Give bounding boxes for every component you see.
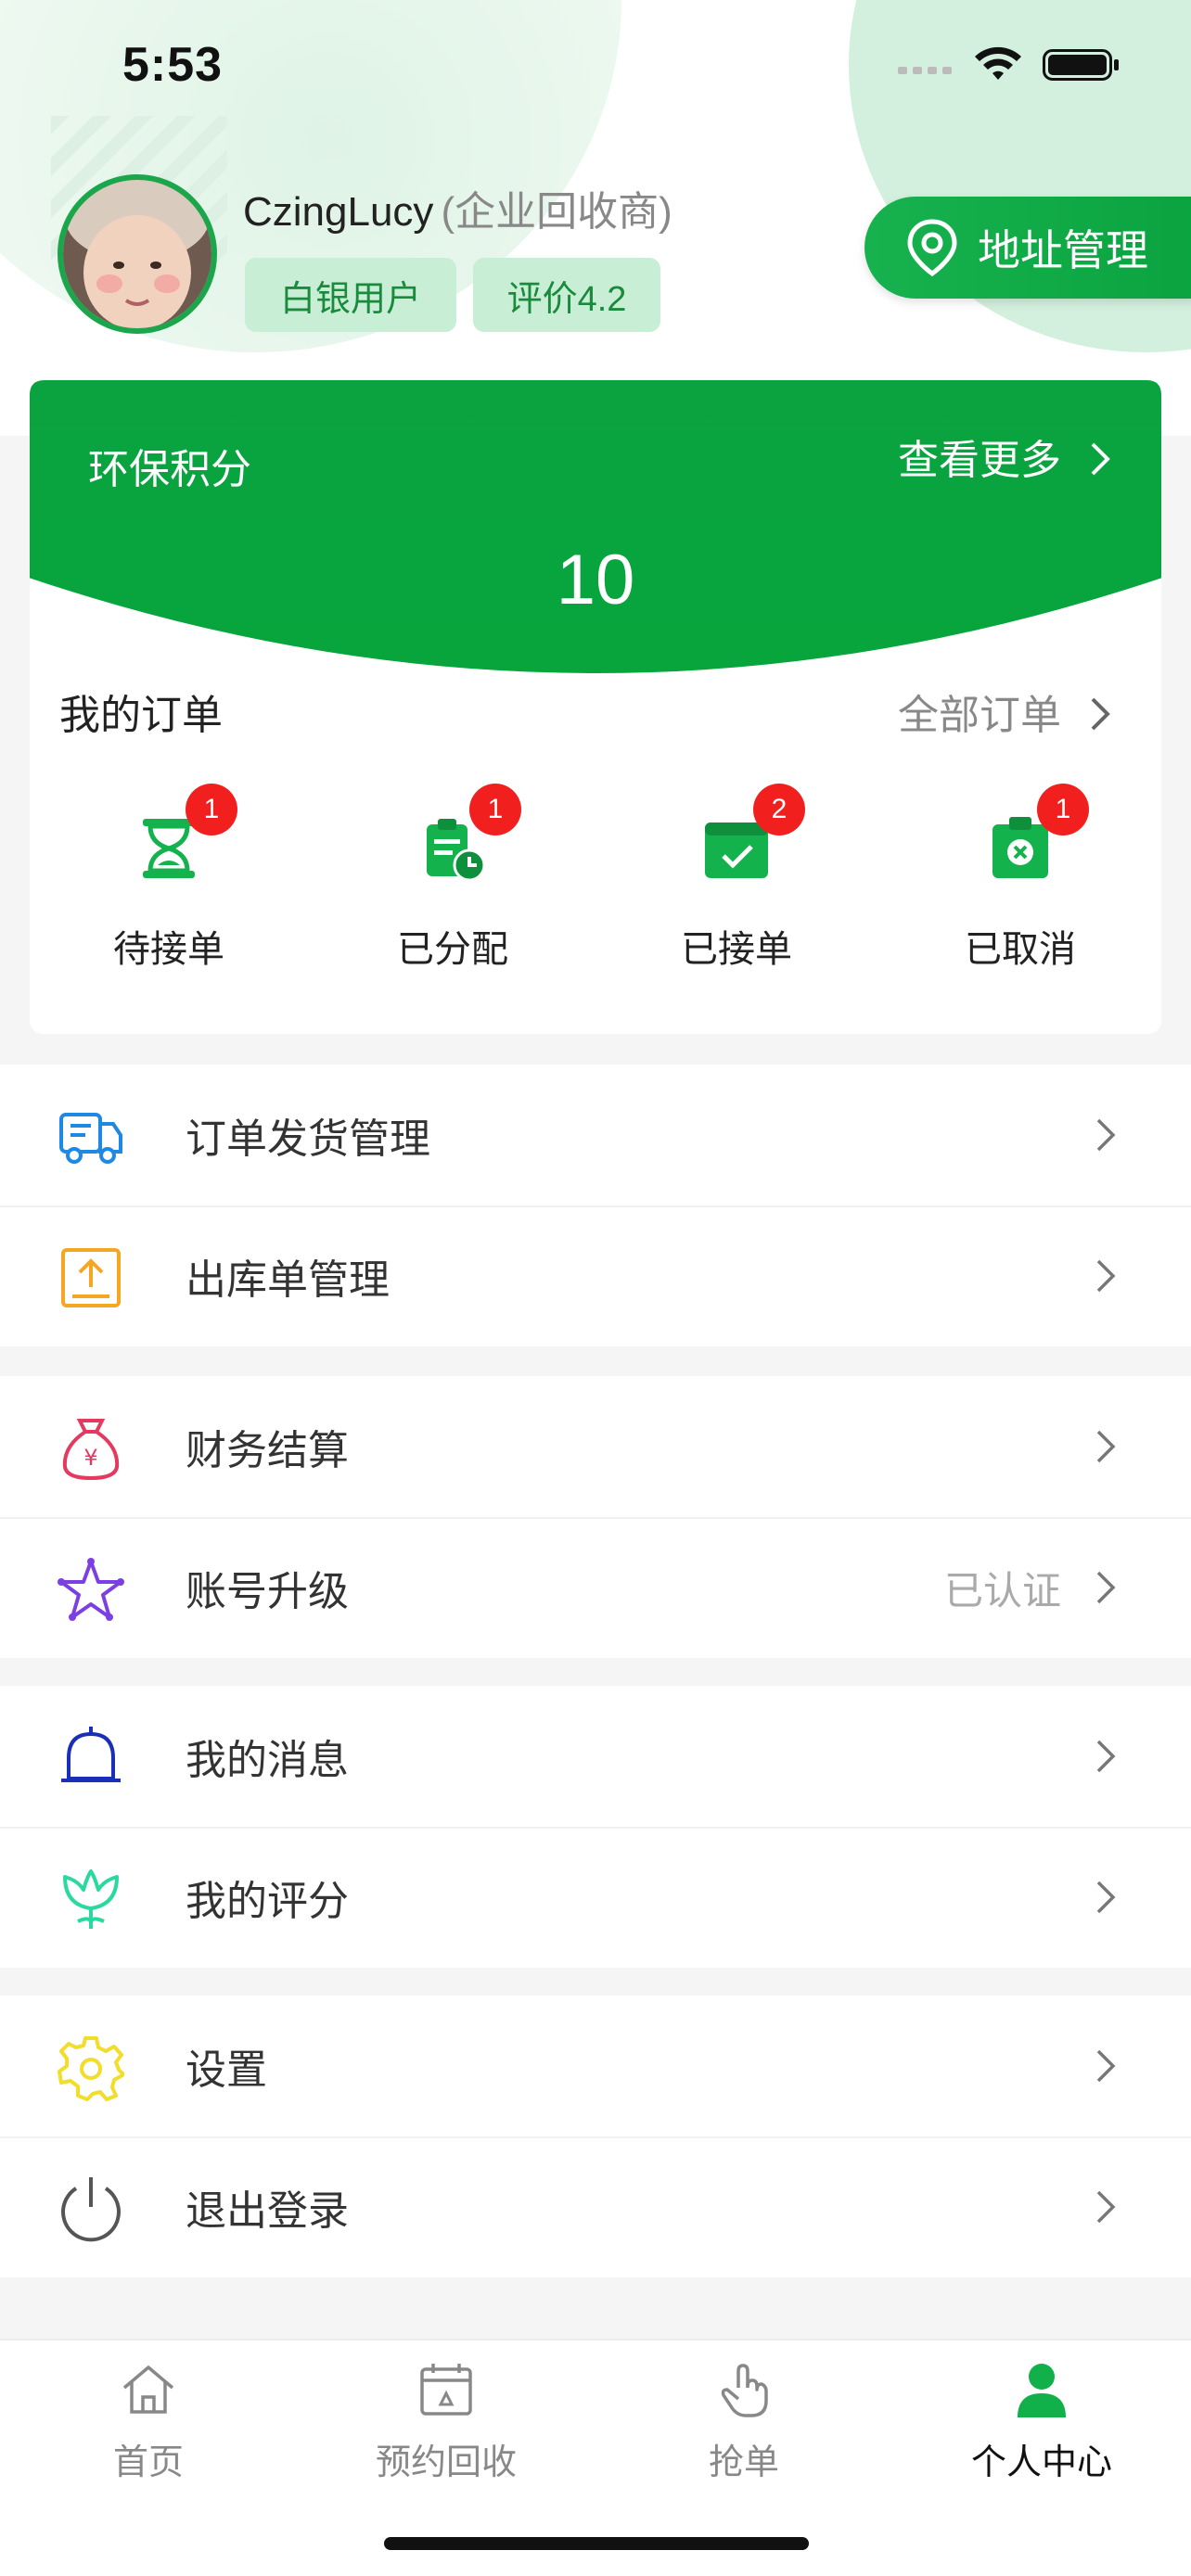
points-title: 环保积分 [88,447,251,492]
points-more-label: 查看更多 [898,438,1061,483]
truck-icon [59,1113,122,1164]
menu-group-messages: 我的消息 我的评分 [0,1686,1191,1968]
order-status-label: 待接单 [113,929,224,970]
chevron-right-icon [1091,697,1111,731]
menu-item-label: 我的评分 [186,1879,349,1924]
menu-item-label: 订单发货管理 [186,1116,430,1162]
menu-group-settings: 设置 退出登录 [0,1996,1191,2277]
menu-item-logout[interactable]: 退出登录 [0,2136,1191,2277]
order-count-badge: 2 [753,784,805,835]
chevron-right-icon [1096,1881,1116,1914]
order-status-accepted[interactable]: 2 已接单 [644,784,829,973]
tab-home[interactable]: 首页 [46,2360,250,2484]
username-text: CzingLucy [243,189,434,235]
person-icon [1018,2364,1066,2417]
menu-item-order-shipping[interactable]: 订单发货管理 [0,1065,1191,1205]
order-status-pending[interactable]: 1 待接单 [76,784,262,973]
home-icon [122,2366,174,2414]
chevron-right-icon [1096,1740,1116,1773]
my-orders-title: 我的订单 [59,693,223,738]
money-bag-icon: ¥ [62,1419,120,1481]
menu-item-label: 出库单管理 [186,1257,390,1303]
menu-item-outbound[interactable]: 出库单管理 [0,1205,1191,1346]
signal-icon [898,67,952,74]
address-management-button[interactable]: 地址管理 [864,197,1191,299]
chevron-right-icon [1096,1430,1116,1463]
menu-group-finance: ¥ 财务结算 账号升级 已认证 [0,1376,1191,1658]
menu-item-settings[interactable]: 设置 [0,1996,1191,2136]
gear-icon [58,2036,124,2101]
points-more-link[interactable]: 查看更多 [898,427,1111,486]
menu-item-label: 退出登录 [186,2188,349,2234]
chevron-right-icon [1096,1118,1116,1152]
menu-item-account-upgrade[interactable]: 账号升级 已认证 [0,1517,1191,1658]
tab-personal-center[interactable]: 个人中心 [940,2360,1144,2484]
calendar-recycle-icon [420,2364,472,2416]
username: CzingLucy (企业回收商) [243,178,672,237]
tab-grab-order[interactable]: 抢单 [642,2360,846,2484]
wifi-icon [975,46,1021,80]
flower-icon [63,1869,119,1929]
menu-item-label: 账号升级 [186,1569,349,1614]
verified-status: 已认证 [943,1568,1061,1613]
tab-label: 首页 [112,2443,184,2482]
battery-icon [1043,49,1119,81]
order-status-cancelled[interactable]: 1 已取消 [928,784,1113,973]
order-status-label: 已分配 [397,929,508,970]
bell-icon [61,1727,121,1782]
order-count-badge: 1 [1037,784,1089,835]
order-status-label: 已取消 [965,929,1076,970]
home-indicator [384,2537,809,2550]
tab-label: 抢单 [708,2443,779,2482]
avatar[interactable] [58,174,217,334]
order-count-badge: 1 [469,784,521,835]
tab-appointment[interactable]: 预约回收 [344,2360,548,2484]
status-time: 5:53 [122,38,224,92]
address-button-label: 地址管理 [978,226,1148,274]
order-status-label: 已接单 [681,929,792,970]
power-icon [61,2177,121,2242]
rating-badge: 评价4.2 [473,258,660,332]
avatar-image [63,180,211,328]
chevron-right-icon [1096,1571,1116,1604]
member-level-badge: 白银用户 [245,258,456,332]
menu-item-messages[interactable]: 我的消息 [0,1686,1191,1827]
order-status-assigned[interactable]: 1 已分配 [360,784,545,973]
menu-item-label: 财务结算 [186,1428,349,1473]
menu-item-ratings[interactable]: 我的评分 [0,1827,1191,1968]
status-icons [898,45,1121,85]
location-pin-icon [907,219,957,277]
menu-item-label: 设置 [186,2047,267,2093]
svg-text:¥: ¥ [83,1445,97,1471]
all-orders-link[interactable]: 全部订单 [898,682,1111,741]
tab-label: 预约回收 [375,2443,517,2482]
chevron-right-icon [1096,1259,1116,1293]
chevron-right-icon [1096,2190,1116,2224]
menu-item-label: 我的消息 [186,1738,349,1783]
menu-group-orders: 订单发货管理 出库单管理 [0,1065,1191,1346]
star-icon [58,1558,124,1621]
order-count-badge: 1 [186,784,237,835]
menu-item-finance[interactable]: ¥ 财务结算 [0,1376,1191,1517]
user-type: (企业回收商) [441,189,672,235]
tab-label: 个人中心 [970,2443,1112,2482]
hand-tap-icon [721,2364,768,2417]
upload-box-icon [61,1248,121,1307]
points-value: 10 [556,541,635,619]
all-orders-label: 全部订单 [898,693,1061,738]
chevron-right-icon [1091,442,1111,476]
chevron-right-icon [1096,2049,1116,2083]
